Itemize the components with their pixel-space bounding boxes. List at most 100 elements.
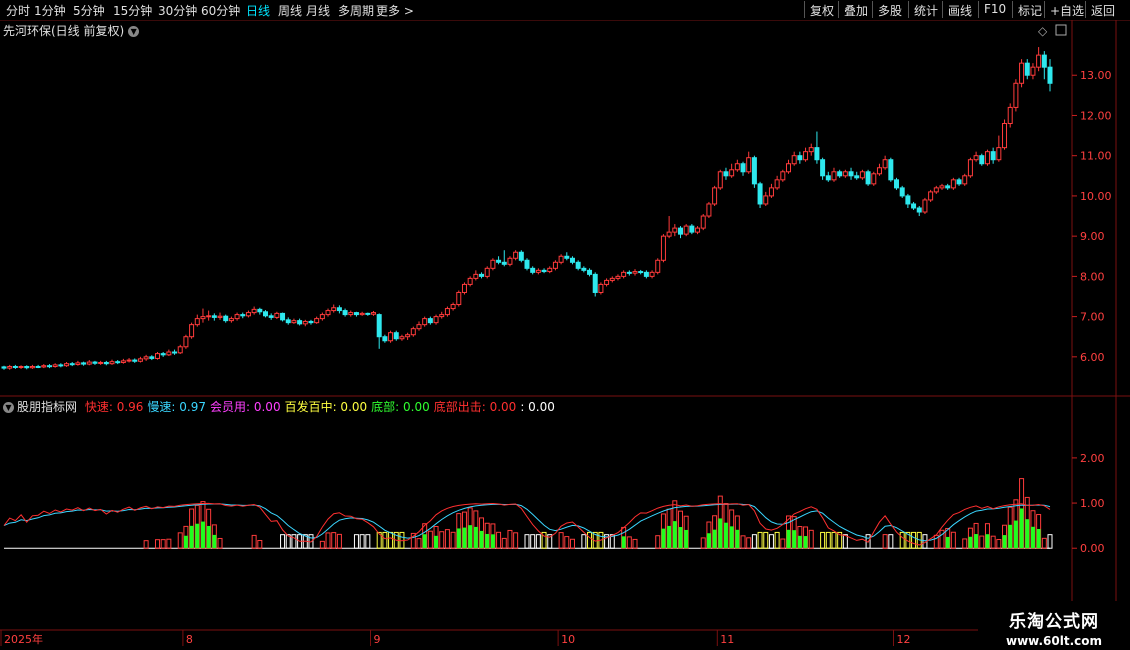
kline-chart[interactable]: 6.00 7.00 8.00 9.00 10.00 11.00 12.00 13.00 2025… [0, 0, 1130, 650]
candle-body-35 [200, 316, 206, 320]
candle-body-33 [189, 324, 195, 338]
candle-body-134 [763, 195, 769, 205]
ind-green-bar-177 [1008, 524, 1013, 549]
candle-body-41 [234, 314, 240, 320]
indicator-value-2: 会员用: 0.00 [210, 400, 281, 414]
ind-red-bar-137 [780, 538, 786, 549]
candle-body-46 [263, 311, 268, 317]
candle-95 [541, 268, 547, 274]
x-label-1: 8 [186, 633, 193, 646]
candle-121 [689, 224, 695, 235]
candle-15 [86, 360, 92, 366]
candle-14 [81, 361, 87, 366]
ind-red-bar-75 [427, 530, 433, 549]
candle-body-151 [859, 171, 865, 179]
candle-body-30 [172, 351, 178, 354]
candle-16 [92, 360, 98, 365]
ind-yellow-bar-134 [763, 531, 769, 549]
indicator-menu-icon[interactable]: ▼ [3, 402, 14, 413]
candle-body-11 [64, 363, 70, 367]
candle-body-15 [86, 361, 92, 365]
ind-yellow-bar-146 [831, 531, 837, 549]
candle-body-71 [405, 334, 411, 338]
y-tick-label-3: 9.00 [1080, 230, 1105, 243]
ind-green-bar-120 [684, 529, 689, 549]
watermark-logo: 乐淘公式网 www.60lt.com [978, 601, 1130, 650]
candle-61 [348, 310, 354, 317]
y-tick-label-5: 11.00 [1080, 150, 1112, 163]
candle-body-76 [433, 316, 439, 324]
candle-125 [712, 185, 718, 206]
candle-body-28 [160, 353, 166, 356]
candle-body-109 [621, 271, 627, 277]
candle-172 [979, 153, 985, 166]
candle-body-52 [297, 320, 303, 325]
candle-body-124 [706, 203, 712, 217]
candle-body-93 [530, 267, 536, 273]
candle-117 [666, 216, 672, 239]
candle-53 [302, 319, 308, 327]
candle-body-17 [98, 361, 104, 364]
candle-55 [314, 316, 320, 324]
ind-red-bar-111 [632, 538, 638, 549]
ind-green-bar-117 [667, 525, 672, 549]
diamond-icon: ◇ [1038, 24, 1048, 38]
candle-6 [35, 364, 41, 369]
candle-body-31 [177, 346, 183, 354]
ind-yellow-bar-136 [774, 531, 780, 549]
candle-62 [353, 311, 359, 317]
candle-body-103 [587, 269, 593, 275]
ind-white-bar-92 [524, 534, 530, 549]
indicator-name: 股朋指标网 [17, 400, 78, 414]
candle-body-36 [206, 315, 212, 318]
candle-52 [297, 318, 303, 326]
y-tick-label-0: 6.00 [1080, 351, 1105, 364]
ind-yellow-bar-68 [388, 531, 394, 549]
ind-green-bar-126 [718, 518, 723, 549]
candle-1 [7, 364, 13, 370]
candle-body-6 [35, 365, 41, 368]
ind-green-bar-129 [735, 529, 740, 549]
ind-red-bar-100 [569, 538, 575, 549]
candle-body-91 [518, 251, 524, 261]
indicator-value-5: 底部出击: 0.00 [433, 400, 517, 414]
candle-127 [723, 167, 729, 180]
candle-body-73 [416, 324, 422, 330]
candle-64 [365, 312, 371, 316]
ind-red-bar-58 [331, 532, 337, 549]
x-label-4: 11 [720, 633, 734, 646]
candle-body-72 [410, 328, 416, 336]
candle-body-44 [251, 308, 257, 314]
candle-body-181 [1030, 66, 1036, 76]
candle-body-25 [143, 356, 149, 360]
candle-body-58 [331, 307, 337, 312]
ind-green-bar-124 [706, 533, 711, 549]
candle-57 [325, 308, 331, 317]
candle-65 [371, 310, 377, 316]
candle-124 [706, 201, 712, 219]
ind-green-bar-125 [712, 529, 717, 549]
ind-red-bar-172 [979, 535, 985, 549]
candle-body-133 [757, 183, 763, 205]
candle-body-173 [984, 151, 990, 165]
ind-yellow-bar-67 [382, 531, 388, 549]
candle-178 [1013, 79, 1019, 112]
candle-75 [427, 316, 433, 325]
ind-green-bar-141 [803, 536, 808, 549]
candle-body-60 [342, 310, 348, 316]
ind-red-bar-77 [439, 531, 445, 549]
candle-92 [524, 258, 530, 271]
candle-130 [740, 161, 746, 176]
candle-41 [234, 312, 240, 321]
candle-180 [1024, 59, 1030, 80]
ind-white-bar-135 [768, 534, 774, 549]
candle-body-69 [393, 332, 399, 340]
candle-body-148 [842, 171, 848, 177]
candle-46 [263, 310, 268, 318]
candle-body-147 [837, 171, 843, 177]
candle-body-29 [166, 351, 172, 356]
ind-white-bar-156 [888, 534, 894, 549]
ind-green-bar-173 [985, 534, 990, 549]
ind-white-bar-184 [1047, 534, 1053, 549]
candle-body-123 [700, 215, 706, 229]
